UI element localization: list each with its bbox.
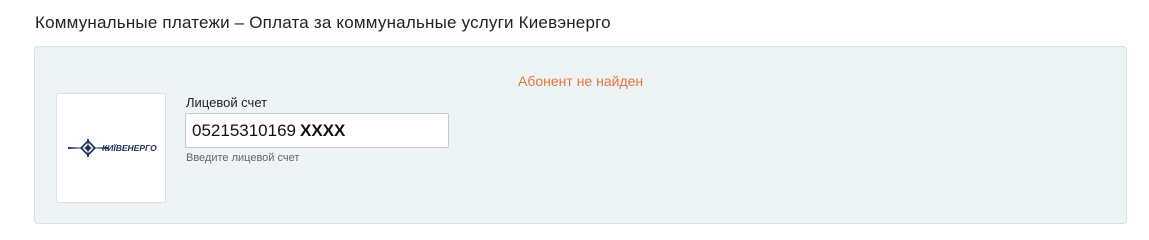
kyivenergo-logo-icon: КИЇВЕНЕРГО [68, 139, 157, 157]
page: Коммунальные платежи – Оплата за коммуна… [0, 0, 1149, 233]
error-message: Абонент не найден [518, 73, 644, 89]
provider-logo: КИЇВЕНЕРГО [56, 93, 166, 203]
account-field-hint: Введите лицевой счет [186, 152, 300, 164]
logo-text: КИЇВЕНЕРГО [102, 143, 157, 153]
payment-form-panel: Абонент не найден КИЇВЕНЕРГО Лицевой сче… [34, 46, 1127, 224]
account-number-masked: XXXX [300, 121, 346, 140]
account-number-digits: 05215310169 [192, 121, 297, 140]
page-title: Коммунальные платежи – Оплата за коммуна… [35, 13, 611, 32]
account-field-label: Лицевой счет [186, 95, 268, 110]
account-number-input[interactable]: 05215310169 XXXX [185, 113, 449, 148]
